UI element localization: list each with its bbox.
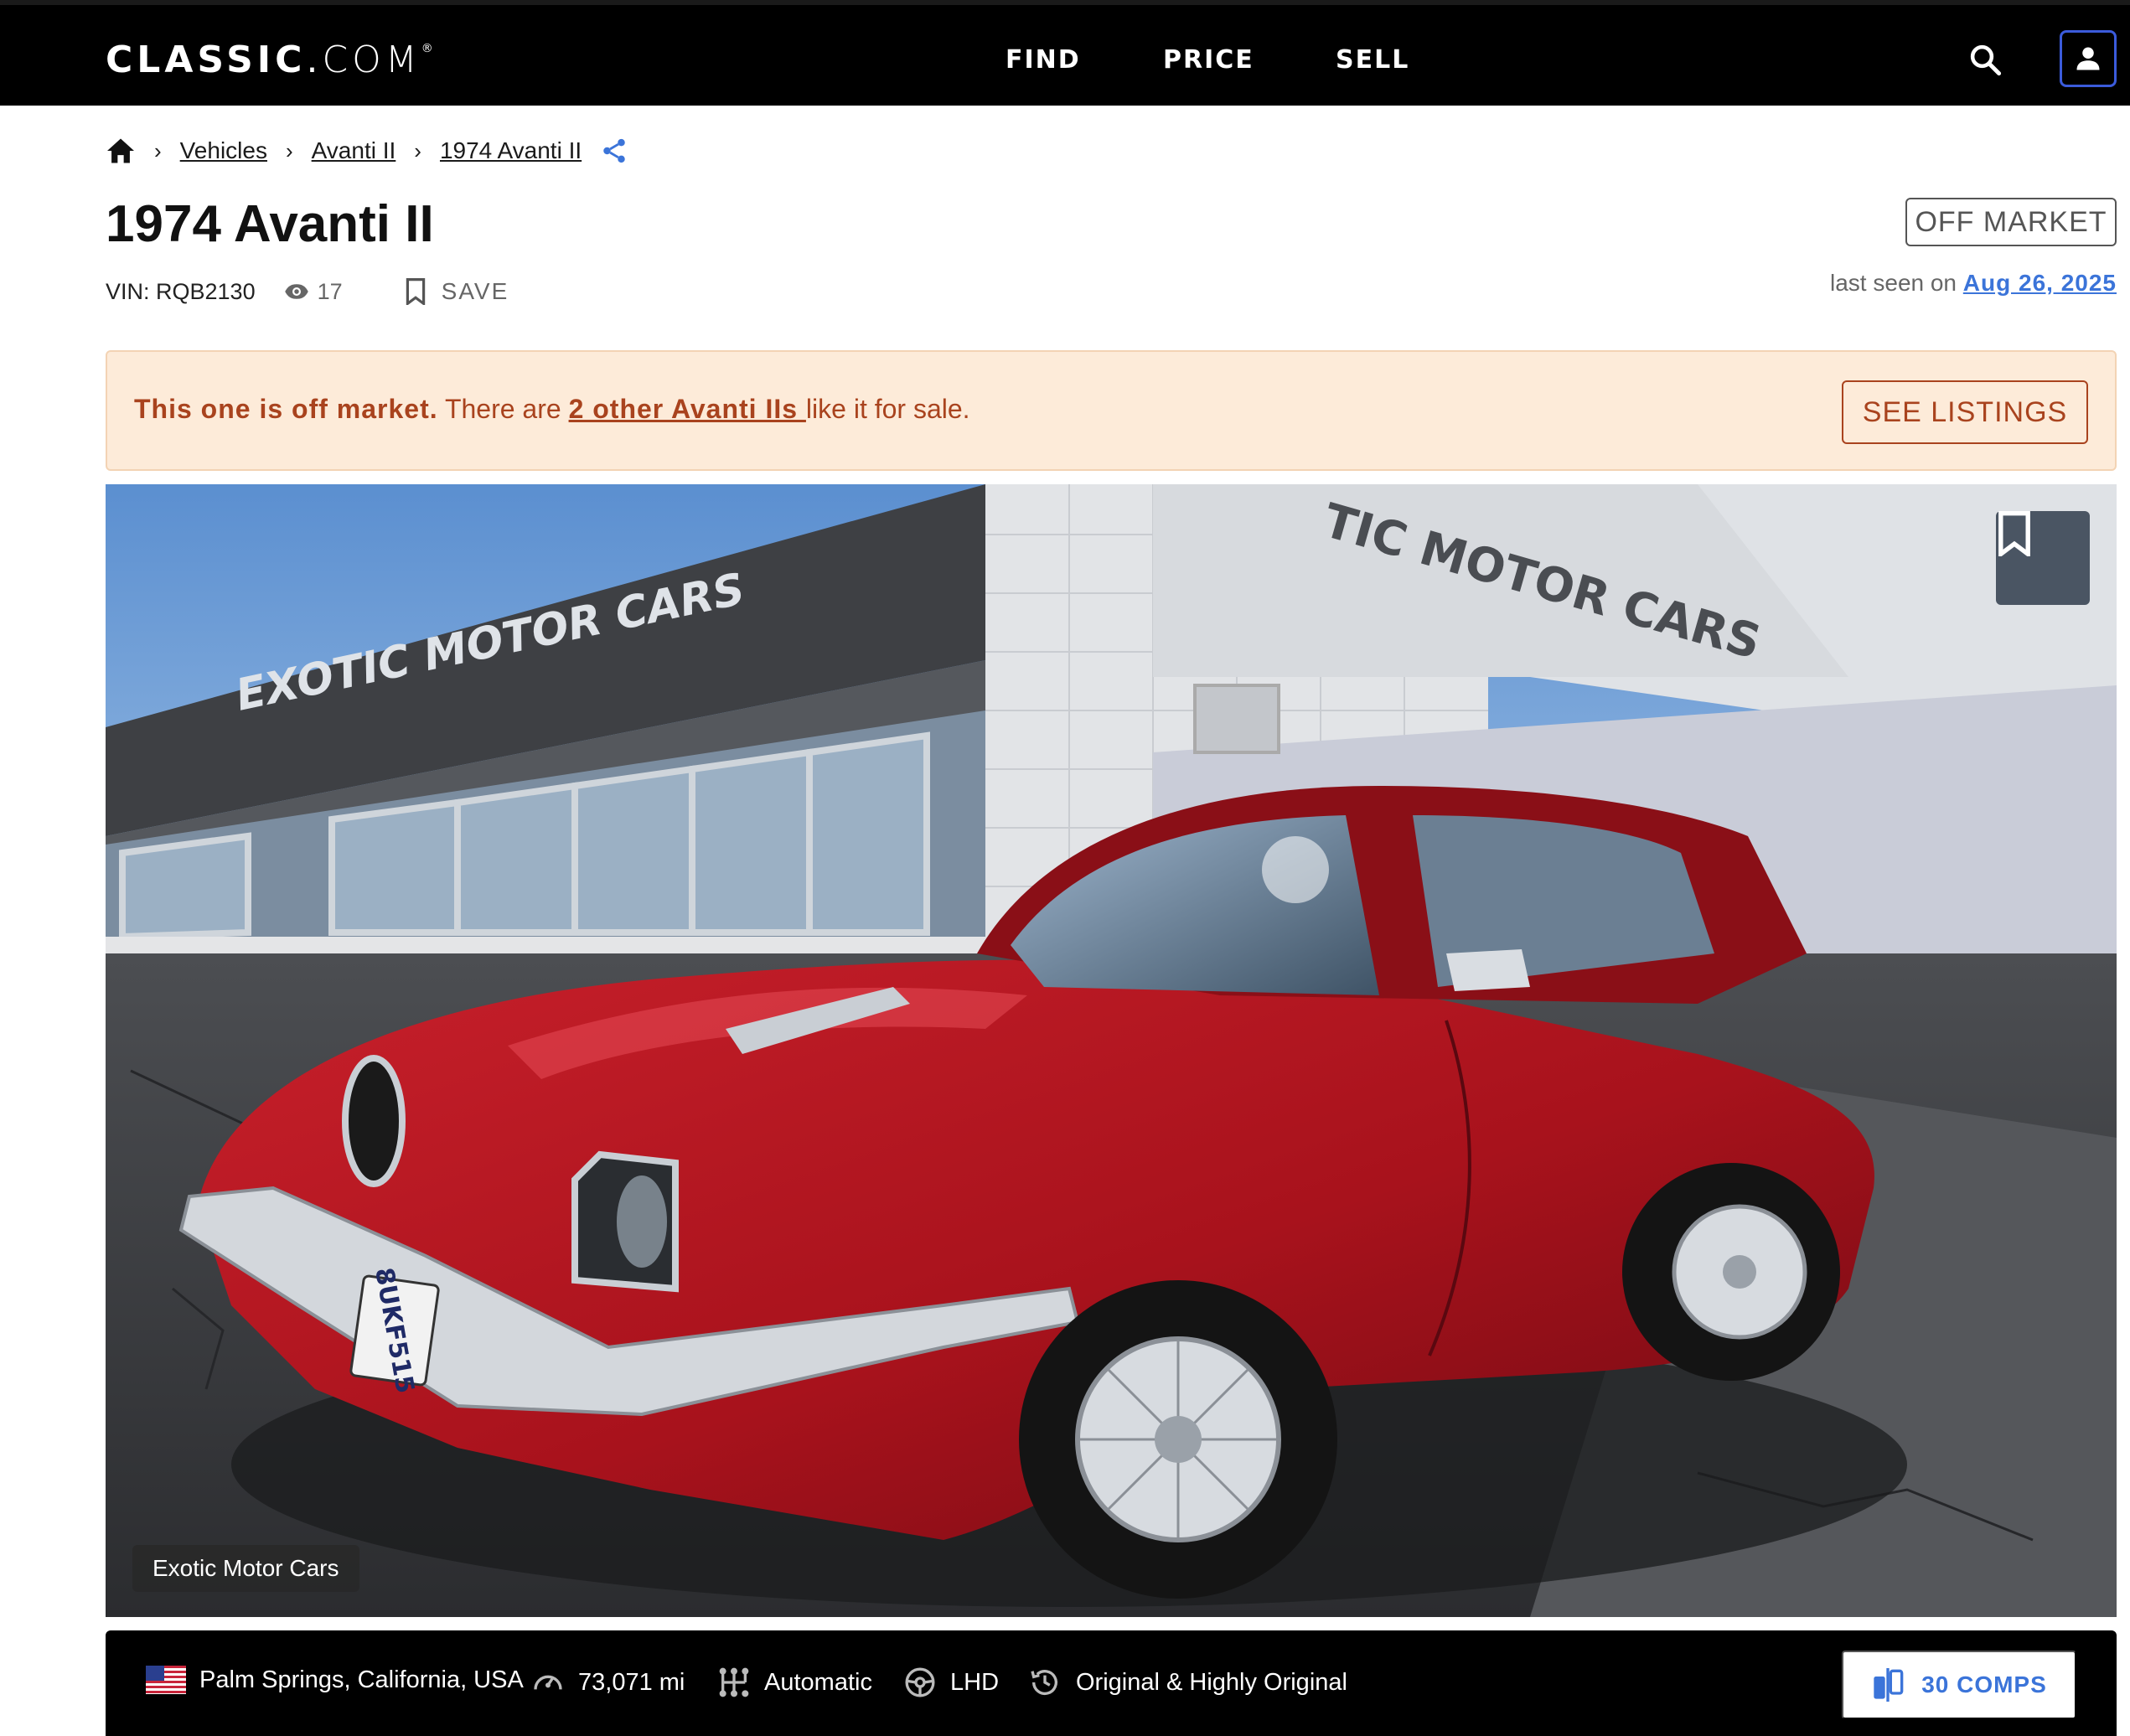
- banner-message: This one is off market. There are 2 othe…: [134, 394, 970, 424]
- chevron-right-icon: ›: [285, 137, 293, 163]
- share-icon[interactable]: [600, 137, 628, 165]
- off-market-banner: This one is off market. There are 2 othe…: [106, 350, 2117, 471]
- us-flag-icon: [146, 1666, 186, 1694]
- save-button[interactable]: SAVE: [405, 278, 509, 305]
- nav-sell[interactable]: SELL: [1336, 45, 1409, 75]
- views-value: 17: [317, 278, 343, 304]
- dealer-tag[interactable]: Exotic Motor Cars: [132, 1545, 359, 1592]
- car-photo-illustration: TIC MOTOR CARS EXOTIC MOTOR CARS 8UKF515: [106, 484, 2117, 1617]
- classic-logo[interactable]: CLASSIC.COM®: [106, 39, 437, 81]
- status-badge: OFF MARKET: [1905, 198, 2117, 246]
- spec-bar: Palm Springs, California, USA 73,071 mi …: [106, 1630, 2117, 1736]
- steering-wheel-icon: [905, 1667, 935, 1697]
- vehicle-photo[interactable]: TIC MOTOR CARS EXOTIC MOTOR CARS 8UKF515…: [106, 484, 2117, 1617]
- home-icon[interactable]: [106, 137, 136, 164]
- breadcrumb-model[interactable]: Avanti II: [312, 137, 396, 164]
- breadcrumb-current[interactable]: 1974 Avanti II: [440, 137, 582, 164]
- chevron-right-icon: ›: [154, 137, 162, 163]
- gearshift-icon: [719, 1667, 749, 1697]
- location-value: Palm Springs, California, USA: [199, 1666, 524, 1693]
- last-seen: last seen on Aug 26, 2025: [1830, 270, 2117, 296]
- top-navbar: CLASSIC.COM® FIND PRICE SELL: [0, 0, 2130, 106]
- save-label: SAVE: [441, 278, 509, 304]
- bookmark-photo-button[interactable]: [1996, 511, 2090, 605]
- nav-find[interactable]: FIND: [1006, 45, 1081, 75]
- history-clock-icon: [1031, 1670, 1057, 1696]
- vin-label: VIN: RQB2130: [106, 278, 256, 304]
- listing-meta: VIN: RQB2130 17 SAVE: [106, 278, 509, 305]
- transmission-value: Automatic: [764, 1668, 872, 1696]
- bookmark-icon: [1998, 511, 2030, 556]
- chevron-right-icon: ›: [414, 137, 421, 163]
- drive-side-value: LHD: [950, 1668, 1000, 1696]
- other-listings-link[interactable]: 2 other Avanti IIs: [569, 394, 806, 424]
- originality-value: Original & Highly Original: [1076, 1668, 1347, 1696]
- view-count: 17: [284, 279, 343, 305]
- nav-price[interactable]: PRICE: [1163, 45, 1254, 75]
- odometer-icon: [534, 1675, 562, 1690]
- spec-originality: Original & Highly Original: [1027, 1666, 1347, 1699]
- compare-icon: [1874, 1668, 1904, 1702]
- breadcrumb: › Vehicles › Avanti II › 1974 Avanti II: [106, 134, 628, 168]
- page-title: 1974 Avanti II: [106, 195, 434, 253]
- account-button[interactable]: [2060, 30, 2117, 87]
- breadcrumb-vehicles[interactable]: Vehicles: [180, 137, 267, 164]
- last-seen-date-link[interactable]: Aug 26, 2025: [1963, 270, 2117, 296]
- search-icon[interactable]: [1967, 42, 2003, 77]
- eye-icon: [284, 284, 308, 299]
- spec-transmission: Automatic: [717, 1666, 872, 1699]
- spec-location: Palm Springs, California, USA: [146, 1666, 524, 1694]
- bookmark-icon: [406, 278, 425, 305]
- spec-mileage: 73,071 mi: [531, 1666, 685, 1699]
- comps-label: 30 COMPS: [1921, 1671, 2047, 1697]
- spec-drive-side: LHD: [903, 1666, 999, 1699]
- user-icon: [2076, 47, 2100, 70]
- see-listings-button[interactable]: SEE LISTINGS: [1842, 380, 2088, 444]
- comps-button[interactable]: 30 COMPS: [1842, 1651, 2076, 1719]
- page: CLASSIC.COM® FIND PRICE SELL › Vehicles …: [0, 0, 2130, 1736]
- mileage-value: 73,071 mi: [578, 1668, 685, 1696]
